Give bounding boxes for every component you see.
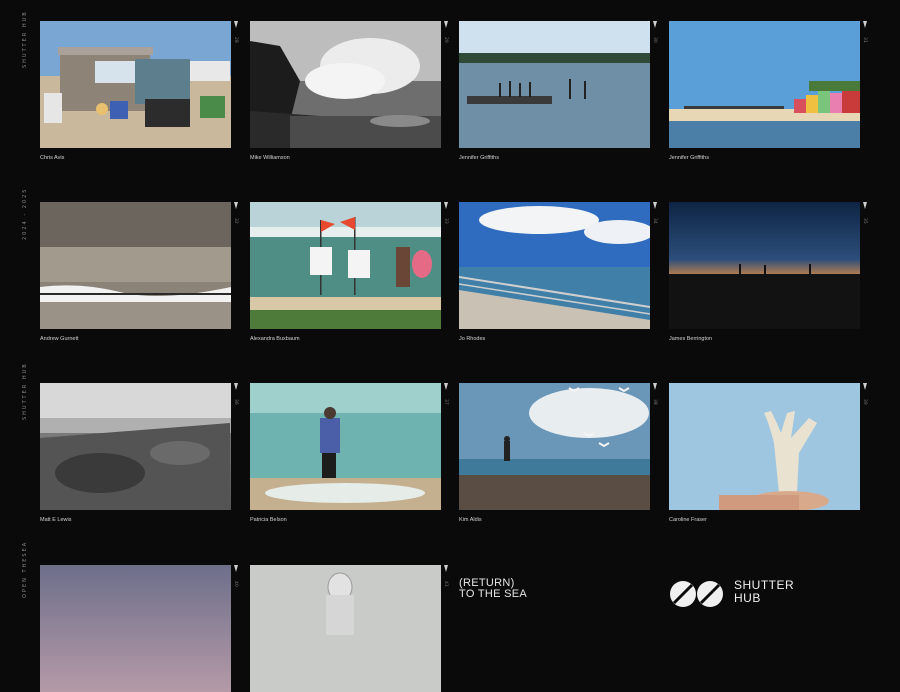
photo-hooded-figure[interactable]	[250, 565, 441, 692]
marker-tick	[863, 202, 867, 209]
photo-tile[interactable]: 36 Matt E Lewis	[40, 383, 238, 523]
photo-wading-figure[interactable]	[250, 383, 441, 510]
photo-dusk-sky[interactable]	[40, 565, 231, 692]
photo-tile[interactable]: 37 Patricia Belson	[250, 383, 448, 523]
photo-caption: Mike Williamson	[250, 155, 290, 161]
photo-caption: Patricia Belson	[250, 517, 287, 523]
photo-tile[interactable]: 35 James Berrington	[669, 202, 867, 342]
photo-caption: Jo Rhodes	[459, 336, 486, 342]
marker-tick	[234, 202, 238, 209]
photo-rocky-shore-bw[interactable]	[40, 383, 231, 510]
photo-number: 34	[652, 218, 657, 224]
photo-caption: Jennifer Griffiths	[669, 155, 709, 161]
marker-tick	[444, 202, 448, 209]
photo-caption: Chris Avis	[40, 155, 65, 161]
photo-caption: Andrew Gurnett	[40, 336, 79, 342]
photo-pier-jump[interactable]	[459, 21, 650, 148]
photo-sunset-silhouettes[interactable]	[669, 202, 860, 329]
photo-tile[interactable]: 38 Kim Aldis	[459, 383, 657, 523]
marker-tick	[444, 565, 448, 572]
exhibition-title: (RETURN) TO THE SEA	[459, 578, 527, 600]
photo-number: 36	[233, 399, 238, 405]
photo-beach-hut[interactable]	[40, 21, 231, 148]
photo-number: 40	[233, 581, 238, 587]
photo-number: 33	[443, 218, 448, 224]
photo-tile[interactable]: 29 Mike Williamson	[250, 21, 448, 161]
photo-number: 38	[652, 399, 657, 405]
photo-tile[interactable]: 39 Caroline Fraser	[669, 383, 867, 523]
photo-caption: James Berrington	[669, 336, 713, 342]
side-label-lower: SHUTTER HUB	[22, 362, 28, 420]
marker-tick	[234, 383, 238, 390]
title-line-2: TO THE SEA	[459, 588, 528, 600]
photo-caption: Matt E Lewis	[40, 517, 72, 523]
logo-text-line-2: HUB	[734, 591, 761, 605]
photo-tile[interactable]: 33 Alexandra Buxbaum	[250, 202, 448, 342]
photo-tile[interactable]: 34 Jo Rhodes	[459, 202, 657, 342]
marker-tick	[863, 21, 867, 28]
marker-tick	[234, 21, 238, 28]
shutter-hub-logo: SHUTTER HUB	[668, 579, 794, 609]
side-label-bottom: OPEN THESEA	[22, 540, 28, 598]
photo-tile[interactable]: 28 Chris Avis	[40, 21, 238, 161]
photo-number: 37	[443, 399, 448, 405]
photo-coral-hand[interactable]	[669, 383, 860, 510]
marker-tick	[234, 565, 238, 572]
photo-number: 41	[443, 581, 448, 587]
photo-caption: Alexandra Buxbaum	[250, 336, 300, 342]
marker-tick	[444, 383, 448, 390]
photo-tile[interactable]: 30 Jennifer Griffiths	[459, 21, 657, 161]
photo-colourful-houses[interactable]	[669, 21, 860, 148]
photo-tile[interactable]: 41	[250, 565, 448, 692]
photo-surfer-flags[interactable]	[250, 202, 441, 329]
marker-tick	[653, 383, 657, 390]
photo-number: 29	[443, 37, 448, 43]
side-label-years: 2024 - 2025	[22, 187, 28, 240]
photo-number: 39	[862, 399, 867, 405]
photo-tile[interactable]: 31 Jennifer Griffiths	[669, 21, 867, 161]
side-label-top: SHUTTER HUB	[22, 10, 28, 68]
photo-number: 30	[652, 37, 657, 43]
photo-number: 28	[233, 37, 238, 43]
marker-tick	[444, 21, 448, 28]
photo-waves-bw[interactable]	[250, 21, 441, 148]
photo-gulls-wall[interactable]	[459, 383, 650, 510]
photo-number: 31	[862, 37, 867, 43]
photo-caption: Jennifer Griffiths	[459, 155, 499, 161]
photo-tile[interactable]: 32 Andrew Gurnett	[40, 202, 238, 342]
photo-number: 32	[233, 218, 238, 224]
photo-number: 35	[862, 218, 867, 224]
marker-tick	[653, 202, 657, 209]
photo-tile[interactable]: 40	[40, 565, 238, 692]
shutter-hub-logo-icon	[670, 581, 723, 607]
photo-caption: Kim Aldis	[459, 517, 482, 523]
marker-tick	[863, 383, 867, 390]
photo-railing-sea[interactable]	[459, 202, 650, 329]
marker-tick	[653, 21, 657, 28]
photo-sand-abstract[interactable]	[40, 202, 231, 329]
photo-caption: Caroline Fraser	[669, 517, 707, 523]
